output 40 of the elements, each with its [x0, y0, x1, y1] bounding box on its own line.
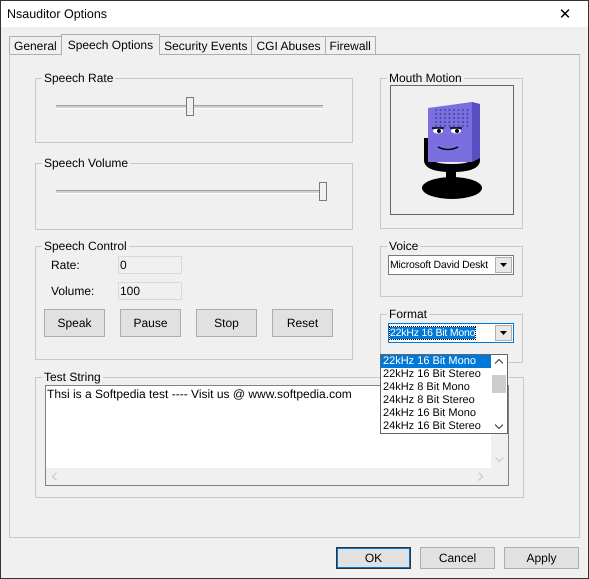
- dropdown-option[interactable]: 22kHz 16 Bit Mono: [381, 355, 491, 368]
- format-dropdown[interactable]: 22kHz 16 Bit Mono: [388, 323, 514, 343]
- group-title: Format: [388, 307, 428, 321]
- group-title: Voice: [388, 239, 420, 253]
- tab[interactable]: General: [9, 36, 62, 54]
- group-title: Speech Control: [43, 239, 128, 253]
- close-button[interactable]: ✕: [542, 1, 588, 27]
- text-content: Thsi is a Softpedia test ---- Visit us @ www.softpedia.com: [46, 386, 353, 402]
- tab[interactable]: Speech Options: [60, 34, 160, 55]
- voice-dropdown[interactable]: Microsoft David Deskt: [388, 255, 514, 275]
- dropdown-option[interactable]: 24kHz 16 Bit Mono: [381, 407, 491, 420]
- tab[interactable]: Firewall: [324, 36, 376, 54]
- dialog-button[interactable]: Cancel: [420, 547, 495, 569]
- action-button[interactable]: Reset: [272, 309, 333, 337]
- dropdown-option[interactable]: 22kHz 16 Bit Stereo: [381, 368, 491, 381]
- slider-thumb[interactable]: [319, 182, 327, 201]
- scroll-left-icon: [52, 472, 57, 481]
- group-title: Speech Rate: [43, 71, 114, 85]
- dropdown-option[interactable]: 24kHz 16 Bit Stereo: [381, 420, 491, 433]
- slider-thumb[interactable]: [186, 97, 194, 116]
- scroll-down-icon: [495, 457, 504, 462]
- group-title: Speech Volume: [43, 156, 130, 170]
- scroll-up-icon[interactable]: [495, 359, 503, 364]
- window-title: Nsauditor Options: [7, 7, 108, 21]
- scroll-right-icon: [478, 472, 483, 481]
- action-button[interactable]: Stop: [196, 309, 257, 337]
- field-label: Volume:: [50, 284, 96, 298]
- scroll-down-icon[interactable]: [495, 424, 503, 429]
- group-title: Mouth Motion: [388, 71, 463, 85]
- scrollbar-thumb[interactable]: [492, 375, 506, 393]
- action-button[interactable]: Speak: [44, 309, 105, 337]
- input-field[interactable]: 0: [118, 256, 182, 274]
- action-button[interactable]: Pause: [120, 309, 181, 337]
- tab[interactable]: Security Events: [159, 36, 252, 54]
- group-title: Test String: [43, 370, 102, 384]
- dialog-button[interactable]: Apply: [504, 547, 579, 569]
- field-label: Rate:: [50, 258, 81, 272]
- dropdown-option[interactable]: 24kHz 8 Bit Stereo: [381, 394, 491, 407]
- input-field[interactable]: 100: [118, 282, 182, 300]
- dialog-button[interactable]: OK: [336, 547, 411, 569]
